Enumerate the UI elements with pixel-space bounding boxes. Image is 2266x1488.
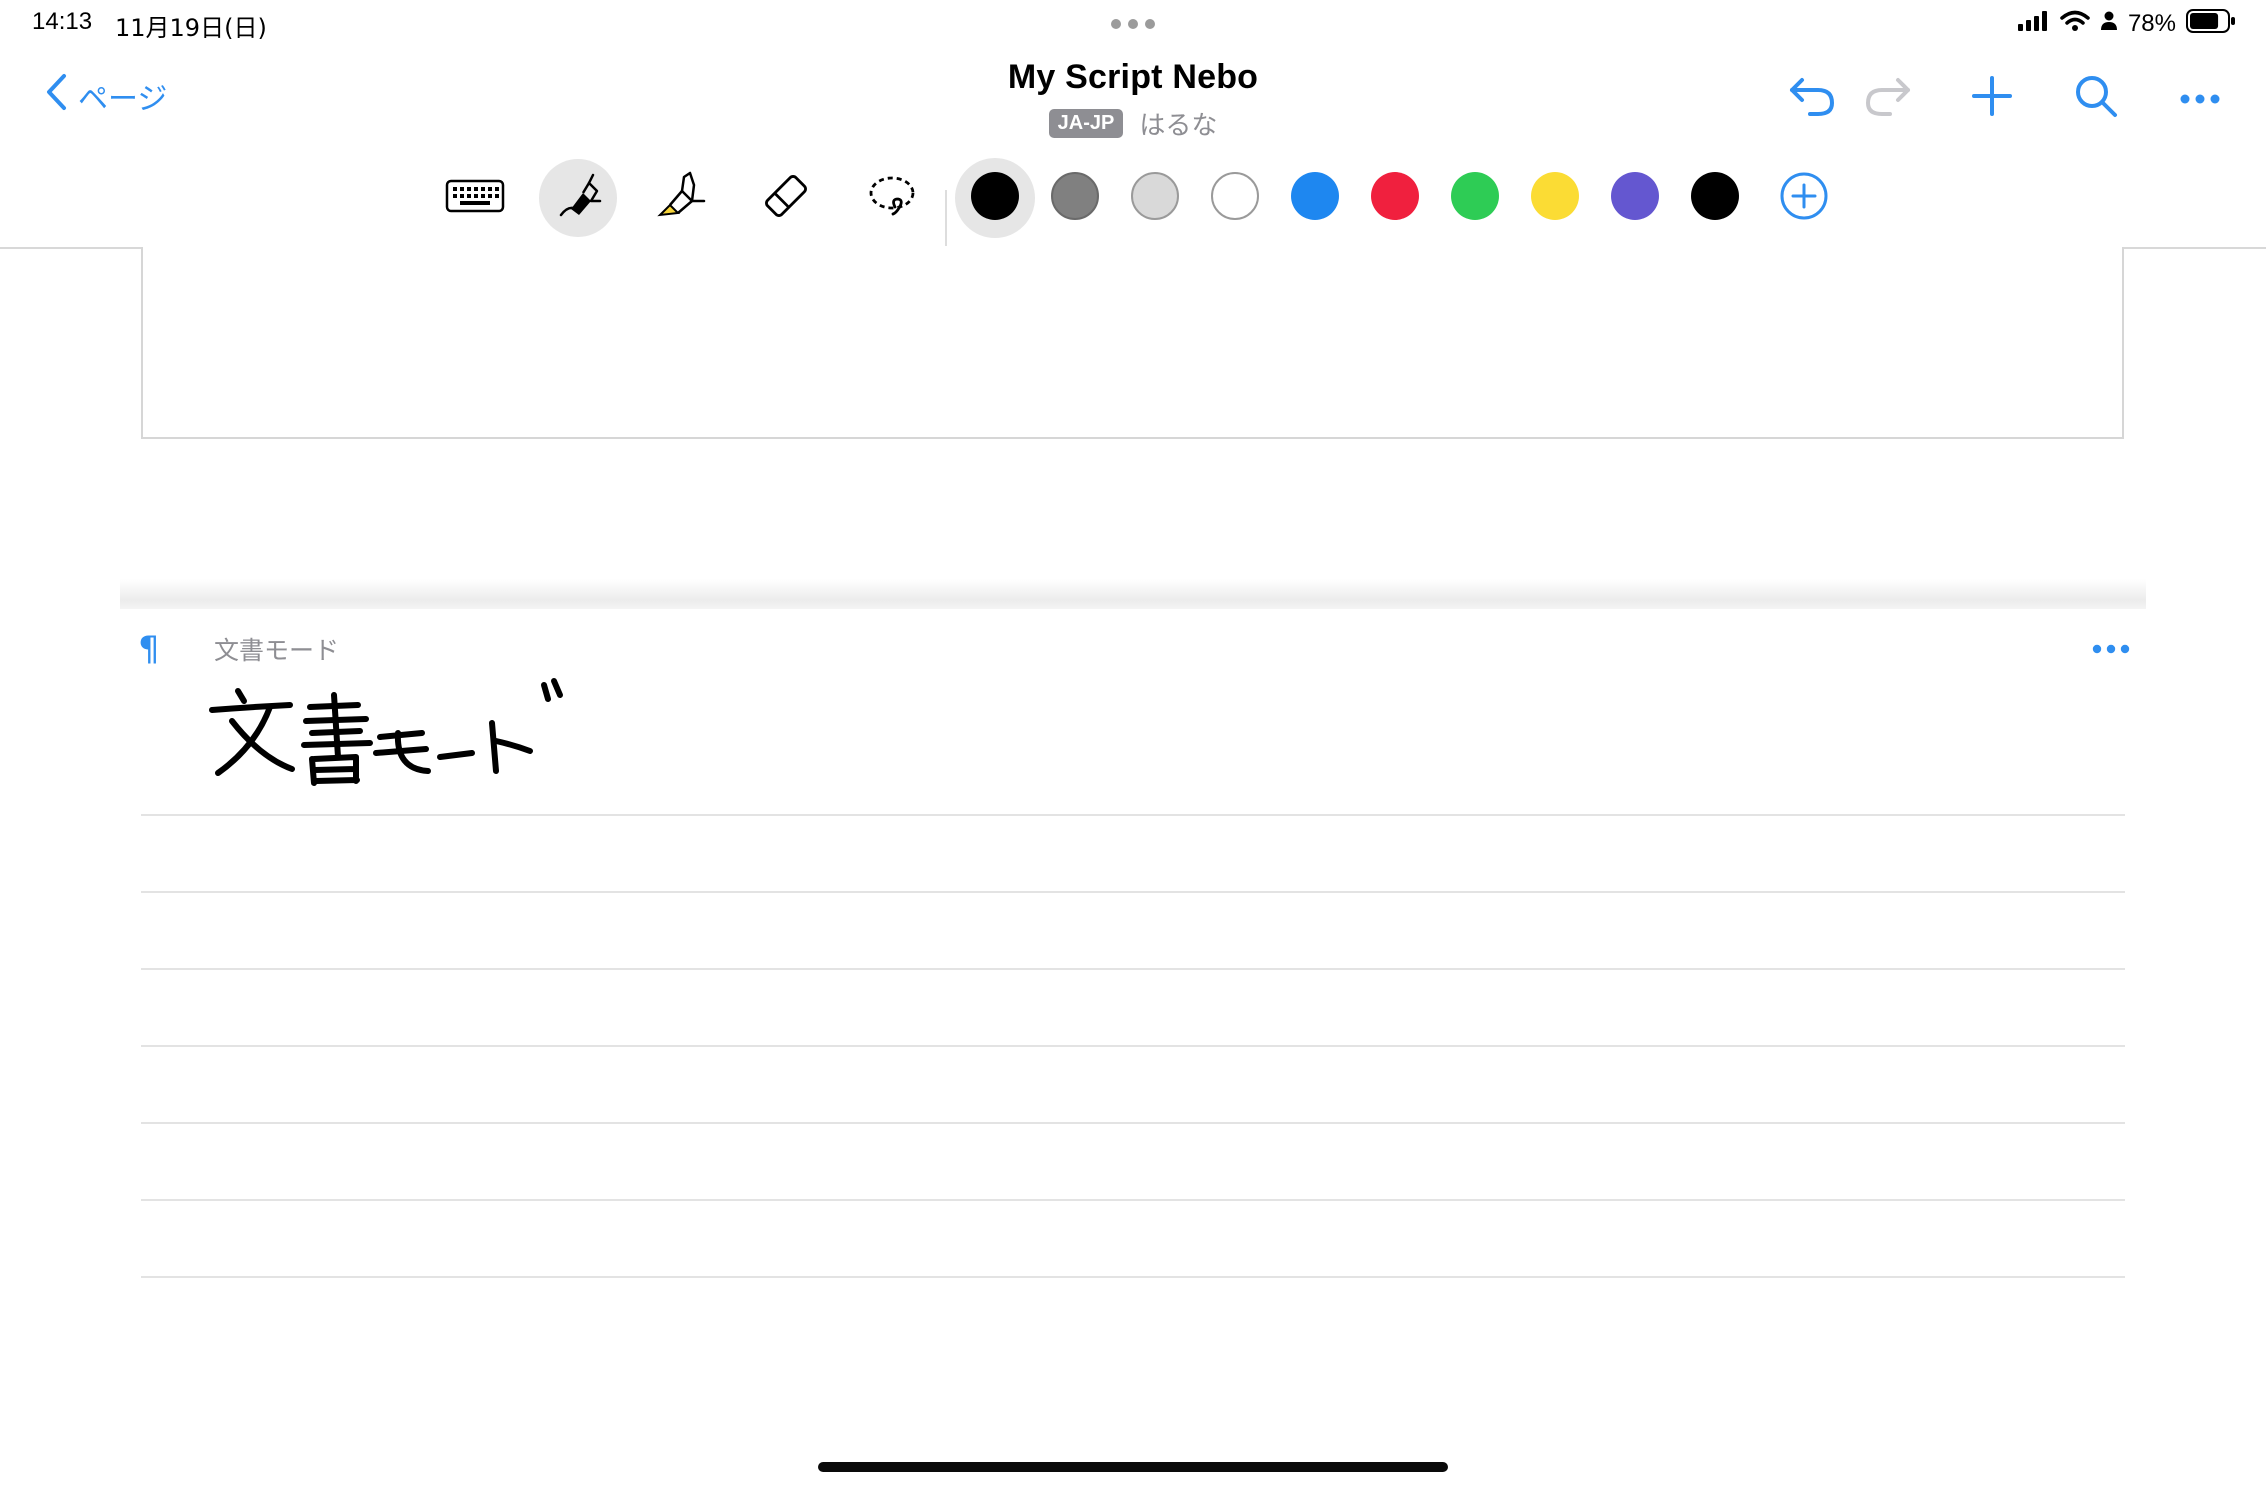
add-button[interactable]	[1966, 72, 2018, 124]
pen-tool[interactable]	[539, 159, 617, 237]
battery-icon	[2186, 8, 2236, 40]
search-icon	[2074, 74, 2118, 122]
pen-toolbar	[0, 150, 2266, 249]
section-more-icon[interactable]	[2092, 639, 2130, 658]
ruled-line	[141, 1199, 2125, 1201]
wifi-icon	[2060, 10, 2090, 39]
undo-icon	[1788, 74, 1836, 122]
status-date: 11月19日(日)	[115, 14, 267, 42]
handwritten-ink[interactable]	[200, 677, 580, 791]
eraser-icon	[761, 171, 811, 225]
nav-actions	[1786, 72, 2226, 124]
color-swatch-green[interactable]	[1451, 172, 1499, 220]
person-icon	[2100, 10, 2118, 38]
redo-button[interactable]	[1862, 72, 1914, 124]
highlighter-icon	[654, 169, 708, 227]
color-swatch-gray[interactable]	[1051, 172, 1099, 220]
multitasking-dots-icon[interactable]	[1110, 16, 1156, 35]
status-time: 14:13	[32, 8, 93, 35]
color-swatch-light-gray[interactable]	[1131, 172, 1179, 220]
text-section[interactable]: ¶ 文書モード	[0, 609, 2266, 1488]
status-bar: 14:13 11月19日(日) 78%	[0, 0, 2266, 50]
plus-icon	[1971, 75, 2013, 121]
plus-circle-icon	[1779, 171, 1829, 225]
redo-icon	[1864, 74, 1912, 122]
add-color-button[interactable]	[1765, 159, 1843, 237]
home-indicator[interactable]	[818, 1462, 1448, 1472]
color-swatch-white[interactable]	[1211, 172, 1259, 220]
search-button[interactable]	[2070, 72, 2122, 124]
undo-button[interactable]	[1786, 72, 1838, 124]
color-swatch-black[interactable]	[971, 172, 1019, 220]
ruled-line	[141, 1122, 2125, 1124]
section-label: 文書モード	[214, 636, 340, 665]
color-swatch-red[interactable]	[1371, 172, 1419, 220]
previous-block-frame[interactable]	[141, 247, 2124, 439]
ruled-line	[141, 968, 2125, 970]
more-button[interactable]	[2174, 72, 2226, 124]
pen-icon	[553, 171, 603, 225]
eraser-tool[interactable]	[747, 159, 825, 237]
lasso-tool[interactable]	[853, 159, 931, 237]
color-swatch-yellow[interactable]	[1531, 172, 1579, 220]
ellipsis-icon	[2180, 89, 2220, 108]
cellular-signal-icon	[2017, 10, 2050, 38]
navigation-bar: ページ My Script Nebo JA-JP はるな	[0, 50, 2266, 150]
ruled-line	[141, 1045, 2125, 1047]
status-indicators: 78%	[2017, 8, 2236, 40]
color-swatch-purple[interactable]	[1611, 172, 1659, 220]
ruled-line	[141, 814, 2125, 816]
color-swatch-black-2[interactable]	[1691, 172, 1739, 220]
keyboard-tool[interactable]	[436, 159, 514, 237]
section-separator	[120, 579, 2146, 609]
ruled-line	[141, 891, 2125, 893]
lasso-icon	[865, 171, 919, 225]
author-name: はるな	[1139, 111, 1218, 141]
language-badge[interactable]: JA-JP	[1048, 109, 1124, 138]
toolbar-divider	[945, 190, 947, 246]
highlighter-tool[interactable]	[642, 159, 720, 237]
color-swatch-blue[interactable]	[1291, 172, 1339, 220]
ruled-line	[141, 1276, 2125, 1278]
keyboard-icon	[445, 179, 505, 217]
document-canvas[interactable]: ¶ 文書モード	[0, 247, 2266, 1488]
paragraph-icon[interactable]: ¶	[138, 629, 160, 669]
battery-percent: 78%	[2127, 10, 2176, 37]
